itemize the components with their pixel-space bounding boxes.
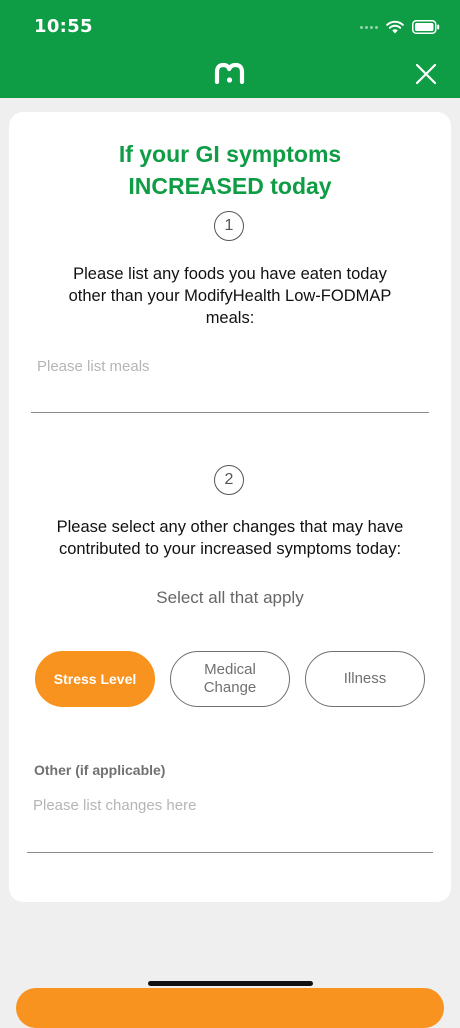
page-title-line-1: If your GI symptoms: [118, 141, 342, 167]
step-2-prompt-line-1: Please select any other changes that may…: [56, 518, 404, 536]
step-1-prompt-line-2: other than your ModifyHealth Low-FODMAP: [68, 287, 392, 305]
other-input-underline: [27, 852, 433, 853]
close-button[interactable]: [412, 60, 440, 88]
meals-input-underline: [31, 412, 429, 413]
step-1-prompt-line-3: meals:: [205, 309, 255, 327]
option-illness[interactable]: Illness: [305, 651, 425, 707]
option-medical-change[interactable]: Medical Change: [170, 651, 290, 707]
close-icon: [415, 63, 437, 85]
home-indicator[interactable]: [148, 981, 313, 986]
modifyhealth-logo-icon: [214, 62, 245, 84]
submit-button[interactable]: [16, 988, 444, 1028]
meals-input[interactable]: [37, 352, 417, 380]
page-title-line-2: INCREASED today: [128, 173, 332, 199]
status-time: 10:55: [34, 16, 93, 37]
other-label: Other (if applicable): [34, 762, 166, 778]
page-title: If your GI symptoms INCREASED today: [0, 138, 460, 202]
battery-icon: [412, 20, 440, 34]
select-all-note: Select all that apply: [156, 588, 304, 607]
step-2-prompt: Please select any other changes that may…: [20, 516, 440, 560]
step-2-prompt-line-2: contributed to your increased symptoms t…: [58, 540, 402, 558]
step-1-prompt-line-1: Please list any foods you have eaten tod…: [73, 265, 387, 283]
other-changes-input[interactable]: [33, 792, 423, 818]
app-header: 10:55: [0, 0, 460, 98]
step-1-badge: 1: [214, 211, 244, 241]
wifi-icon: [386, 20, 404, 34]
step-1-prompt: Please list any foods you have eaten tod…: [20, 263, 440, 329]
cellular-signal-icon: [360, 25, 378, 29]
status-icons: [360, 16, 440, 38]
step-2-badge: 2: [214, 465, 244, 495]
option-stress-level[interactable]: Stress Level: [35, 651, 155, 707]
